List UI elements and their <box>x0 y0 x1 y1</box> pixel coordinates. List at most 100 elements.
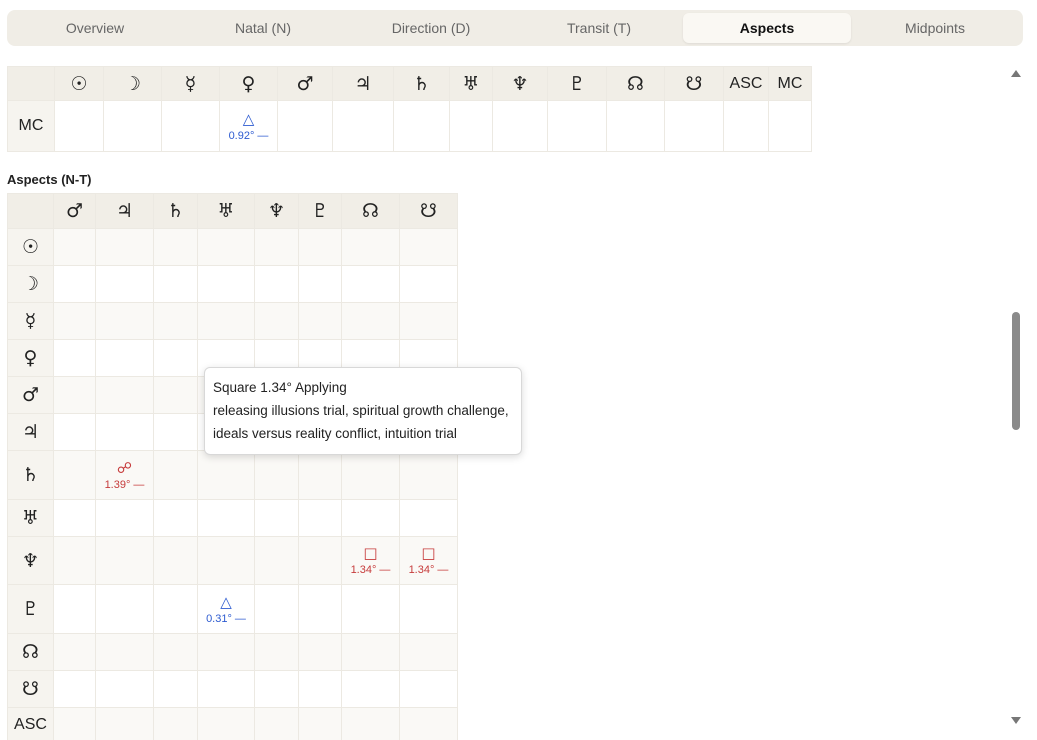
aspect-cell[interactable] <box>606 100 665 152</box>
aspect-cell[interactable] <box>53 633 96 671</box>
aspect-cell[interactable]: □ 1.34° — <box>341 536 400 585</box>
aspect-cell[interactable] <box>153 670 198 708</box>
aspect-cell[interactable] <box>298 670 342 708</box>
aspect-cell[interactable] <box>399 499 458 537</box>
tab-natal-n[interactable]: Natal (N) <box>179 13 347 43</box>
aspect-cell[interactable] <box>197 450 255 500</box>
aspect-cell[interactable]: △ 0.92° — <box>219 100 278 152</box>
aspect-cell[interactable] <box>254 536 299 585</box>
aspect-cell[interactable] <box>153 499 198 537</box>
aspect-cell[interactable] <box>723 100 769 152</box>
aspect-cell[interactable] <box>95 265 154 303</box>
aspect-cell[interactable] <box>298 302 342 340</box>
aspect-cell[interactable] <box>53 584 96 634</box>
aspect-cell[interactable] <box>254 670 299 708</box>
aspect-cell[interactable] <box>153 228 198 266</box>
aspect-cell[interactable] <box>298 265 342 303</box>
aspect-cell[interactable] <box>399 302 458 340</box>
aspect-cell[interactable] <box>153 450 198 500</box>
aspect-cell[interactable] <box>298 499 342 537</box>
aspect-cell[interactable] <box>53 302 96 340</box>
tab-transit-t[interactable]: Transit (T) <box>515 13 683 43</box>
vertical-scrollbar[interactable] <box>1008 64 1024 730</box>
scroll-down-arrow-icon[interactable] <box>1011 717 1021 724</box>
aspect-cell[interactable] <box>95 670 154 708</box>
aspect-cell[interactable] <box>399 584 458 634</box>
aspect-cell[interactable] <box>254 499 299 537</box>
aspect-cell[interactable] <box>298 450 342 500</box>
aspect-cell[interactable] <box>95 499 154 537</box>
aspect-cell[interactable]: △ 0.31° — <box>197 584 255 634</box>
aspect-cell[interactable] <box>277 100 333 152</box>
aspect-cell[interactable] <box>153 536 198 585</box>
aspect-cell[interactable] <box>197 228 255 266</box>
aspect-cell[interactable] <box>197 265 255 303</box>
aspect-cell[interactable] <box>95 413 154 451</box>
aspect-cell[interactable] <box>95 339 154 377</box>
tab-overview[interactable]: Overview <box>11 13 179 43</box>
aspect-cell[interactable] <box>197 670 255 708</box>
aspect-cell[interactable] <box>103 100 162 152</box>
aspect-cell[interactable] <box>53 265 96 303</box>
aspect-cell[interactable] <box>53 228 96 266</box>
aspect-cell[interactable] <box>254 228 299 266</box>
aspect-cell[interactable] <box>95 228 154 266</box>
aspect-cell[interactable] <box>95 633 154 671</box>
aspect-cell[interactable] <box>95 376 154 414</box>
aspect-cell[interactable] <box>53 376 96 414</box>
aspect-cell[interactable] <box>332 100 394 152</box>
aspect-cell[interactable] <box>153 413 198 451</box>
aspect-cell[interactable] <box>298 228 342 266</box>
aspect-cell[interactable] <box>254 633 299 671</box>
aspect-cell[interactable] <box>153 302 198 340</box>
aspect-cell[interactable] <box>197 633 255 671</box>
aspect-cell[interactable] <box>298 633 342 671</box>
aspect-cell[interactable] <box>95 302 154 340</box>
aspect-cell[interactable] <box>254 584 299 634</box>
aspect-marker[interactable]: ☍ 1.39° — <box>96 460 153 491</box>
aspect-cell[interactable] <box>399 633 458 671</box>
aspect-cell[interactable] <box>664 100 724 152</box>
aspect-cell[interactable] <box>341 228 400 266</box>
aspect-cell[interactable] <box>161 100 220 152</box>
aspect-cell[interactable] <box>341 584 400 634</box>
aspect-cell[interactable] <box>153 265 198 303</box>
aspect-cell[interactable] <box>95 584 154 634</box>
aspect-cell[interactable] <box>53 670 96 708</box>
aspect-cell[interactable] <box>153 633 198 671</box>
aspect-cell[interactable] <box>197 707 255 740</box>
aspect-cell[interactable] <box>254 707 299 740</box>
aspect-cell[interactable] <box>341 633 400 671</box>
aspect-cell[interactable] <box>254 302 299 340</box>
aspect-cell[interactable] <box>298 707 342 740</box>
aspect-cell[interactable] <box>341 670 400 708</box>
aspect-cell[interactable] <box>53 707 96 740</box>
aspect-cell[interactable] <box>341 265 400 303</box>
aspect-cell[interactable] <box>399 228 458 266</box>
aspect-cell[interactable] <box>341 450 400 500</box>
tab-aspects[interactable]: Aspects <box>683 13 851 43</box>
aspect-cell[interactable]: □ 1.34° — <box>399 536 458 585</box>
aspect-marker[interactable]: △ 0.31° — <box>198 594 254 625</box>
aspect-cell[interactable] <box>399 707 458 740</box>
tab-direction-d[interactable]: Direction (D) <box>347 13 515 43</box>
aspect-cell[interactable] <box>53 339 96 377</box>
aspect-cell[interactable] <box>153 339 198 377</box>
aspect-marker[interactable]: □ 1.34° — <box>400 545 457 576</box>
aspect-cell[interactable] <box>341 302 400 340</box>
aspect-cell[interactable] <box>393 100 450 152</box>
aspect-marker[interactable]: □ 1.34° — <box>342 545 399 576</box>
aspect-cell[interactable] <box>153 376 198 414</box>
aspect-cell[interactable] <box>53 413 96 451</box>
aspect-cell[interactable] <box>449 100 493 152</box>
aspect-cell[interactable] <box>95 536 154 585</box>
aspect-cell[interactable] <box>254 265 299 303</box>
aspect-cell[interactable] <box>399 450 458 500</box>
aspect-cell[interactable] <box>53 450 96 500</box>
aspect-cell[interactable] <box>341 707 400 740</box>
aspect-cell[interactable]: ☍ 1.39° — <box>95 450 154 500</box>
scrollbar-thumb[interactable] <box>1012 312 1020 430</box>
aspect-cell[interactable] <box>153 584 198 634</box>
aspect-cell[interactable] <box>197 536 255 585</box>
aspect-marker[interactable]: △ 0.92° — <box>220 111 277 142</box>
